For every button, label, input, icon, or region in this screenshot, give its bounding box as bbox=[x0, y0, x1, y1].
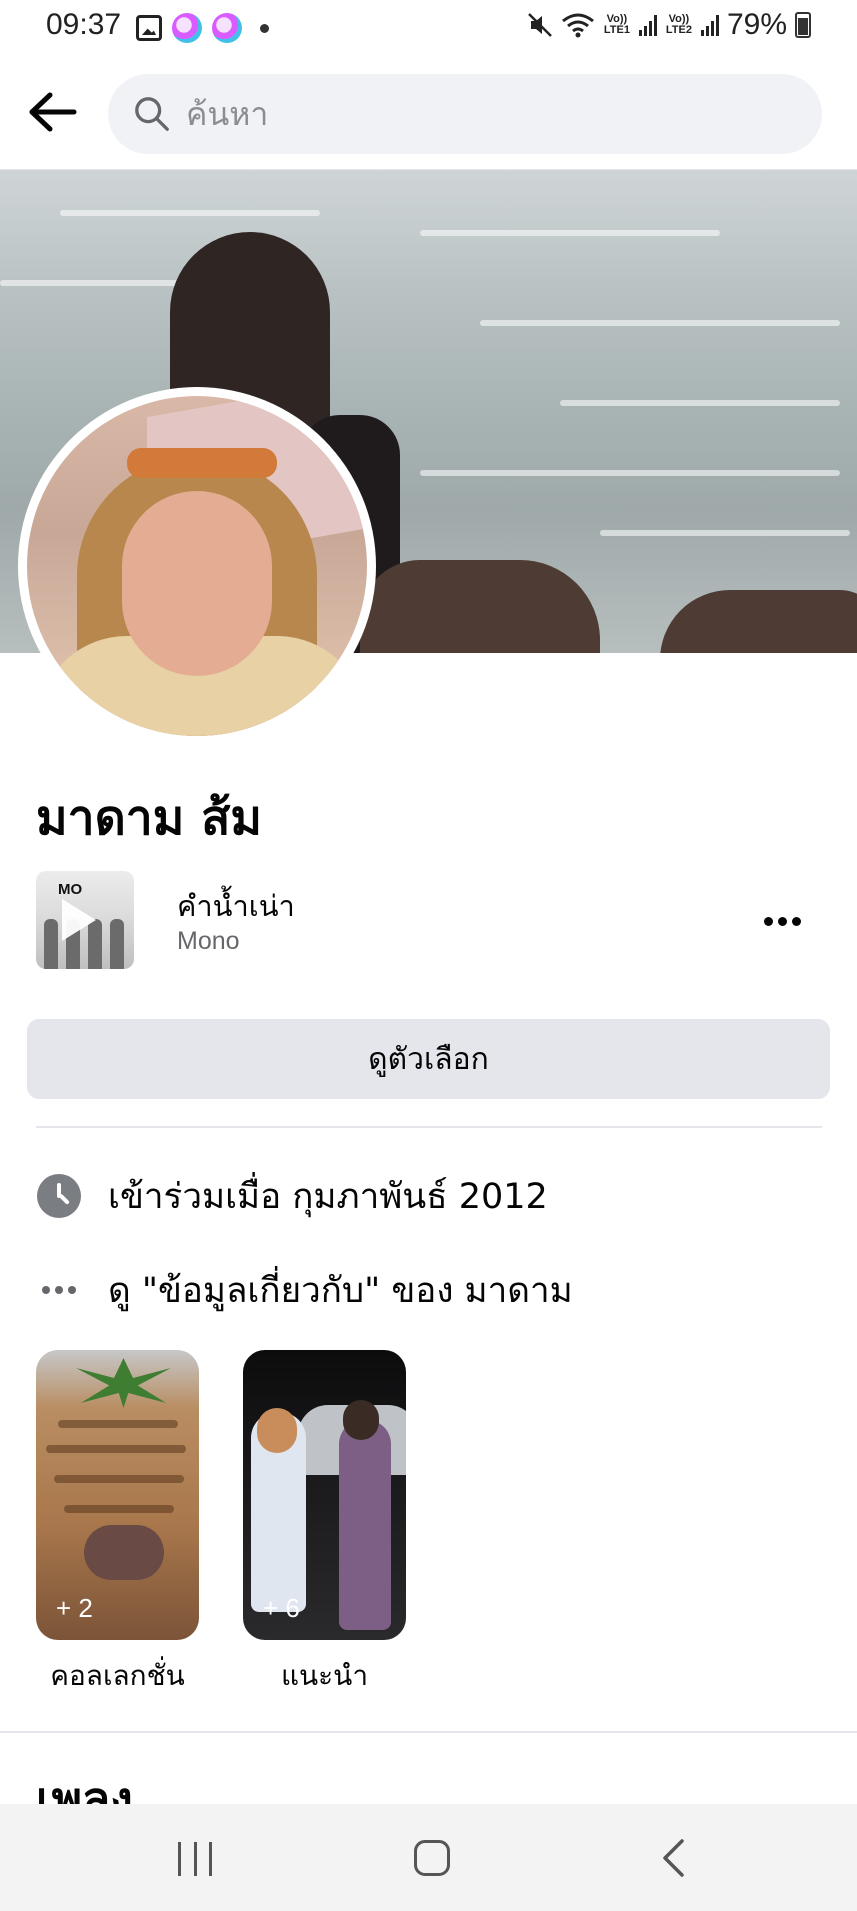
profile-music[interactable]: MO คำน้ำเน่า Mono bbox=[36, 871, 822, 971]
profile-avatar[interactable] bbox=[18, 387, 376, 745]
highlight-count: + 6 bbox=[263, 1593, 300, 1623]
status-bar: 09:37 Vo)) LTE1 Vo)) LTE2 79% bbox=[0, 0, 857, 56]
song-title: คำน้ำเน่า bbox=[177, 889, 295, 923]
recent-apps-icon[interactable] bbox=[178, 1842, 212, 1876]
highlight-collection[interactable]: + 2 คอลเลกชั่น bbox=[36, 1350, 199, 1698]
highlight-label: แนะนำ bbox=[280, 1659, 369, 1692]
battery-icon bbox=[795, 12, 811, 38]
view-options-button[interactable]: ดูตัวเลือก bbox=[27, 1019, 830, 1099]
search-bar[interactable] bbox=[108, 74, 822, 154]
joined-text: เข้าร่วมเมื่อ กุมภาพันธ์ 2012 bbox=[108, 1176, 548, 1217]
app-notification-icon bbox=[212, 13, 242, 43]
back-button[interactable] bbox=[22, 84, 84, 140]
wifi-icon bbox=[562, 13, 594, 38]
mute-icon bbox=[528, 13, 552, 37]
network-label-1: Vo)) LTE1 bbox=[603, 13, 630, 36]
highlight-featured[interactable]: + 6 แนะนำ bbox=[243, 1350, 406, 1698]
more-options-button[interactable] bbox=[760, 901, 804, 941]
joined-info: เข้าร่วมเมื่อ กุมภาพันธ์ 2012 bbox=[36, 1166, 822, 1226]
highlight-count: + 2 bbox=[56, 1593, 93, 1623]
app-notification-icon bbox=[172, 13, 202, 43]
gallery-icon bbox=[136, 15, 162, 41]
back-icon[interactable] bbox=[660, 1838, 686, 1878]
status-time: 09:37 bbox=[46, 8, 122, 41]
search-icon bbox=[132, 94, 172, 134]
album-art-text: MO bbox=[58, 881, 83, 898]
signal-icon bbox=[638, 14, 657, 36]
arrow-left-icon bbox=[29, 92, 77, 132]
network-label-2: Vo)) LTE2 bbox=[665, 13, 692, 36]
dot-icon bbox=[260, 23, 269, 33]
album-art[interactable]: MO bbox=[36, 871, 134, 969]
more-dots-icon bbox=[42, 1286, 76, 1294]
divider bbox=[36, 1126, 822, 1128]
section-divider bbox=[0, 1731, 857, 1733]
system-nav-bar bbox=[0, 1804, 857, 1911]
clock-icon bbox=[37, 1174, 81, 1218]
search-input[interactable] bbox=[186, 95, 786, 133]
highlight-label: คอลเลกชั่น bbox=[50, 1659, 185, 1692]
about-link[interactable]: ดู "ข้อมูลเกี่ยวกับ" ของ มาดาม bbox=[36, 1260, 822, 1320]
highlight-cover[interactable]: + 6 bbox=[243, 1350, 406, 1640]
about-text[interactable]: ดู "ข้อมูลเกี่ยวกับ" ของ มาดาม bbox=[108, 1263, 573, 1318]
more-dots-icon bbox=[763, 916, 773, 926]
play-icon bbox=[62, 899, 96, 941]
search-header bbox=[0, 56, 857, 170]
song-artist: Mono bbox=[177, 927, 240, 955]
profile-page: 09:37 Vo)) LTE1 Vo)) LTE2 79% ค้นหา มาดา… bbox=[0, 0, 857, 1911]
highlight-cover[interactable]: + 2 bbox=[36, 1350, 199, 1640]
battery-percent: 79% bbox=[726, 8, 787, 41]
signal-icon bbox=[700, 14, 719, 36]
home-icon[interactable] bbox=[414, 1840, 450, 1876]
profile-name: มาดาม ส้ม bbox=[36, 790, 263, 846]
